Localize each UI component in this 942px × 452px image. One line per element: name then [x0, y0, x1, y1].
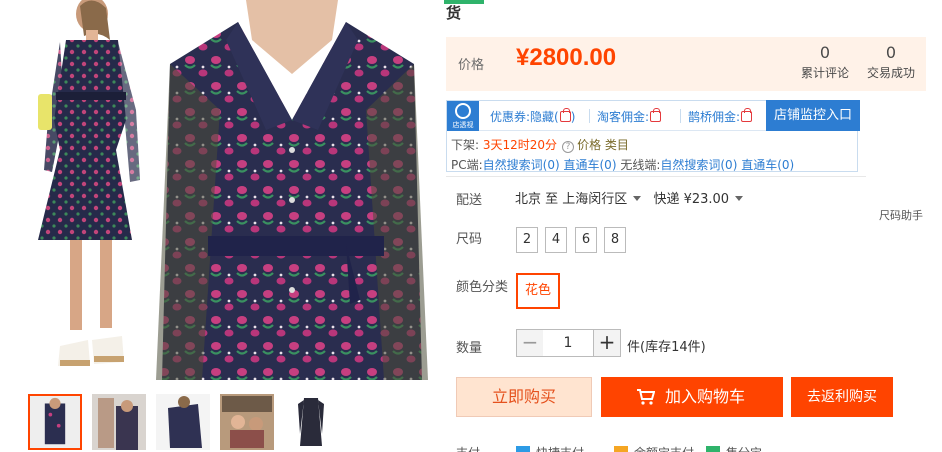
jifenbao-icon	[706, 446, 720, 452]
thumbnail-1[interactable]	[28, 394, 82, 450]
buy-now-button[interactable]: 立即购买	[456, 377, 592, 417]
delist-info: 下架: 3天12时20分? 价格 类目	[451, 138, 629, 153]
yuebao-icon	[614, 446, 628, 452]
store-monitor-button[interactable]: 店铺监控入口	[766, 100, 860, 131]
thumbnail-2[interactable]	[92, 394, 146, 450]
chevron-down-icon[interactable]	[633, 196, 642, 201]
cart-icon	[637, 389, 655, 405]
quick-pay-icon	[516, 446, 530, 452]
quantity-increase-button[interactable]: +	[593, 329, 621, 357]
plugin-logo-icon: 店透视	[447, 101, 479, 131]
color-label: 颜色分类	[456, 280, 509, 295]
yuebao-label: 余额宝支付	[634, 444, 694, 452]
lock-icon	[650, 108, 662, 122]
size-option-2[interactable]: 2	[516, 227, 538, 253]
price-panel: 价格 ¥2800.00 0 累计评论 0 交易成功	[446, 37, 926, 91]
add-to-cart-label: 加入购物车	[665, 387, 746, 406]
shipping-select[interactable]: 快递 ¥23.00	[653, 192, 729, 207]
plugin-toolbar: 店透视 优惠券:隐藏() 淘客佣金: 鹊桥佣金: 店铺监控入口	[447, 100, 860, 131]
plugin-logo-text: 店透视	[452, 121, 474, 129]
store-insight-plugin: 店透视 优惠券:隐藏() 淘客佣金: 鹊桥佣金: 店铺监控入口 下架: 3天12…	[446, 100, 860, 172]
destination-select[interactable]: 上海闵行区	[562, 192, 627, 207]
delivery-selector: 北京 至 上海闵行区 快递 ¥23.00	[515, 188, 751, 207]
quantity-label: 数量	[456, 341, 483, 356]
quantity-decrease-button[interactable]: −	[516, 329, 544, 357]
rebate-purchase-button[interactable]: 去返利购买	[791, 377, 893, 417]
lock-icon	[741, 108, 753, 122]
pc-natural-keywords[interactable]: 自然搜索词(0)	[483, 158, 560, 172]
size-option-6[interactable]: 6	[575, 227, 597, 253]
quantity-input[interactable]: 1	[543, 329, 593, 357]
payment-label: 支付	[456, 444, 480, 452]
keyword-info: PC端:自然搜索词(0) 直通车(0) 无线端:自然搜索词(0) 直通车(0)	[451, 158, 795, 172]
size-helper-link[interactable]: 尺码助手	[879, 207, 923, 223]
sales-count-number: 0	[885, 43, 897, 62]
chevron-down-icon[interactable]	[735, 196, 744, 201]
jifenbao-label: 集分宝	[726, 444, 762, 452]
pc-direct-keywords[interactable]: 直通车(0)	[564, 158, 617, 172]
review-count-number: 0	[819, 43, 831, 62]
size-label: 尺码	[456, 232, 483, 247]
add-to-cart-button[interactable]: 加入购物车	[601, 377, 783, 417]
thumbnail-4[interactable]	[220, 394, 274, 450]
quick-pay-label: 快捷支付	[536, 444, 584, 452]
size-option-8[interactable]: 8	[604, 227, 626, 253]
model-full-body-photo	[38, 0, 140, 366]
model-closeup-photo	[156, 0, 428, 380]
section-divider	[446, 176, 866, 177]
wireless-direct-keywords[interactable]: 直通车(0)	[741, 158, 794, 172]
main-product-image[interactable]	[8, 0, 428, 380]
help-icon[interactable]: ?	[562, 141, 575, 153]
delist-countdown: 3天12时20分	[482, 138, 558, 152]
thumbnail-3[interactable]	[156, 394, 210, 450]
price-value: ¥2800.00	[516, 44, 617, 71]
thumbnail-5[interactable]	[284, 394, 338, 450]
stock-info: 件(库存14件)	[627, 340, 706, 355]
lock-icon	[559, 108, 571, 122]
coupon-hidden[interactable]: 优惠券:隐藏()	[490, 108, 575, 125]
price-label: 价格	[458, 58, 485, 73]
color-option-floral[interactable]: 花色	[516, 273, 560, 309]
delist-tags[interactable]: 价格 类目	[577, 138, 629, 152]
review-count[interactable]: 0 累计评论	[795, 43, 855, 81]
bridge-commission[interactable]: 鹊桥佣金:	[688, 108, 753, 125]
sales-count[interactable]: 0 交易成功	[861, 43, 921, 81]
sales-count-label: 交易成功	[866, 66, 915, 80]
wireless-natural-keywords[interactable]: 自然搜索词(0)	[660, 158, 737, 172]
delivery-label: 配送	[456, 193, 483, 208]
product-title: 货	[446, 4, 462, 22]
size-option-4[interactable]: 4	[545, 227, 567, 253]
review-count-label: 累计评论	[800, 66, 849, 80]
affiliate-commission[interactable]: 淘客佣金:	[597, 108, 662, 125]
